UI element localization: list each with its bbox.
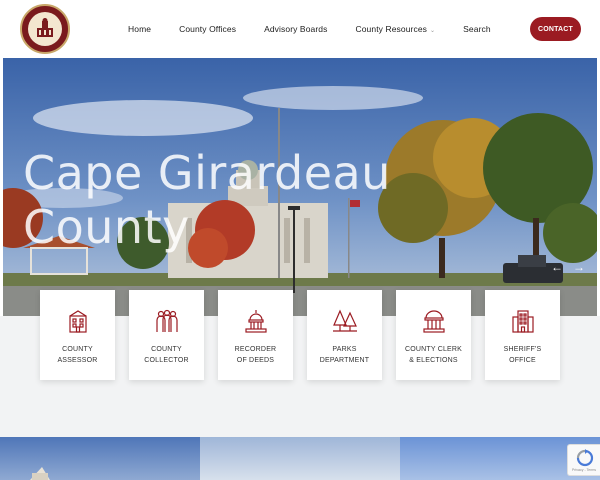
courthouse-seal-icon [37, 18, 53, 37]
card-label-line1: Sheriff's [503, 346, 542, 353]
nav-advisory-boards[interactable]: Advisory Boards [264, 24, 327, 34]
next-slide-arrow-icon[interactable]: → [573, 260, 585, 274]
contact-button[interactable]: CONTACT [530, 17, 581, 41]
chevron-down-icon: ⌄ [430, 28, 436, 34]
card-label-line2: of Deeds [236, 357, 275, 364]
card-label: County Collector [131, 344, 202, 366]
nav-search[interactable]: Search [463, 24, 491, 34]
hero-slider: Cape Girardeau County ← → [3, 58, 597, 316]
nav-home[interactable]: Home [128, 24, 151, 34]
county-seal-logo[interactable] [20, 4, 70, 54]
card-county-clerk-elections[interactable]: County Clerk & Elections [396, 290, 471, 380]
card-label-line1: County Clerk [404, 346, 463, 353]
card-label-line2: Assessor [57, 357, 98, 364]
bottom-image-2[interactable] [200, 437, 400, 480]
card-parks-department[interactable]: Parks Department [307, 290, 382, 380]
hero-title-line1: Cape Girardeau [23, 146, 391, 200]
recaptcha-badge[interactable]: Privacy - Terms [567, 444, 600, 476]
people-icon [156, 309, 178, 332]
card-label: County Assessor [42, 344, 113, 366]
card-county-assessor[interactable]: County Assessor [40, 290, 115, 380]
card-label-line2: Collector [144, 357, 189, 364]
card-label-line1: Recorder [234, 346, 277, 353]
nav-county-resources[interactable]: County Resources ⌄ [355, 24, 435, 34]
card-label-line1: County [151, 346, 182, 353]
card-label-line2: Office [509, 357, 536, 364]
card-label-line2: & Elections [409, 357, 458, 364]
card-label-line2: Department [319, 357, 370, 364]
card-label: Parks Department [309, 344, 380, 366]
card-label-line1: County [62, 346, 93, 353]
card-label: Recorder of Deeds [220, 344, 291, 366]
building-icon [69, 310, 87, 333]
card-recorder-of-deeds[interactable]: Recorder of Deeds [218, 290, 293, 380]
nav-county-offices[interactable]: County Offices [179, 24, 236, 34]
card-label-line1: Parks [332, 346, 357, 353]
card-county-collector[interactable]: County Collector [129, 290, 204, 380]
seal-center [28, 12, 62, 46]
hero-title: Cape Girardeau County [23, 146, 443, 254]
trees-icon [333, 309, 357, 332]
building-photo [30, 467, 50, 480]
card-label: Sheriff's Office [487, 344, 558, 366]
capitol-icon [245, 310, 267, 333]
site-header: Home County Offices Advisory Boards Coun… [0, 0, 600, 58]
main-nav: Home County Offices Advisory Boards Coun… [128, 0, 519, 58]
courthouse-icon [423, 310, 445, 333]
bottom-image-1[interactable] [0, 437, 200, 480]
card-label: County Clerk & Elections [398, 344, 469, 366]
recaptcha-icon [576, 449, 594, 467]
office-building-icon [512, 310, 534, 333]
hero-title-line2: County [23, 200, 190, 254]
nav-county-resources-label: County Resources [355, 24, 427, 34]
recaptcha-footer[interactable]: Privacy - Terms [572, 468, 596, 472]
card-sheriffs-office[interactable]: Sheriff's Office [485, 290, 560, 380]
prev-slide-arrow-icon[interactable]: ← [551, 260, 563, 274]
